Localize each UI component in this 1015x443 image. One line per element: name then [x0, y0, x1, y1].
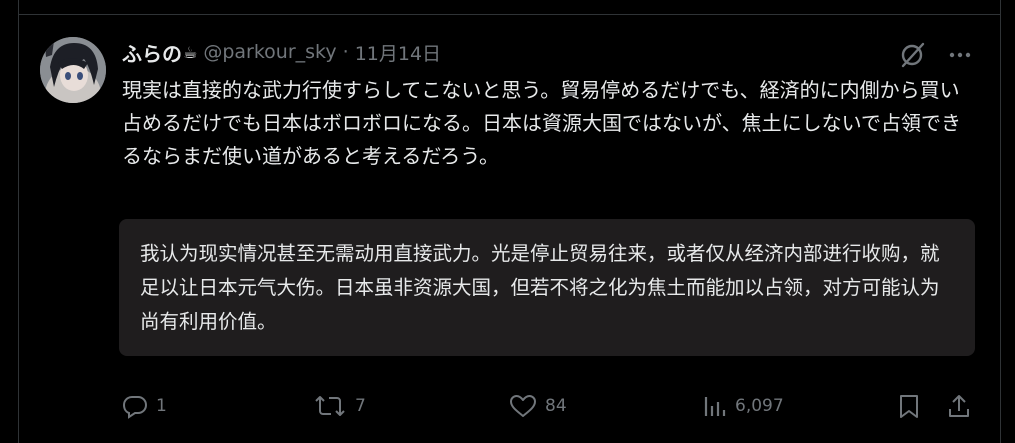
display-name[interactable]: ふらの [122, 38, 182, 67]
tweet-header: ふらの ☕ @parkour_sky · 11月14日 [122, 38, 441, 66]
retweet-count: 7 [355, 396, 366, 416]
share-button[interactable] [946, 388, 972, 424]
grok-icon[interactable] [898, 40, 928, 70]
separator-dot: · [342, 41, 349, 63]
retweet-icon [315, 396, 345, 416]
avatar[interactable] [40, 37, 106, 103]
tweet-actions: 1 7 84 6,097 [0, 388, 1015, 424]
views-button[interactable]: 6,097 [702, 388, 784, 424]
timeline-left-border [18, 0, 19, 443]
tweet-text: 現実は直接的な武力行使すらしてこないと思う。貿易停めるだけでも、経済的に内側から… [122, 78, 961, 168]
translation-text: 我认为现实情况甚至无需动用直接武力。光是停止贸易往来，或者仅从经济内部进行收购，… [140, 242, 940, 333]
heart-icon [510, 395, 536, 417]
reply-button[interactable]: 1 [121, 388, 167, 424]
views-count: 6,097 [735, 396, 784, 416]
translation-box: 我认为现实情况甚至无需动用直接武力。光是停止贸易往来，或者仅从经济内部进行收购，… [119, 219, 975, 356]
timeline-right-border [1000, 0, 1001, 443]
retweet-button[interactable]: 7 [312, 388, 366, 424]
more-icon[interactable] [948, 43, 972, 67]
name-emoji: ☕ [183, 42, 198, 62]
bookmark-icon [900, 395, 918, 418]
tweet-top-divider [18, 14, 1001, 15]
views-icon [704, 397, 726, 416]
bookmark-button[interactable] [897, 388, 921, 424]
tweet-date[interactable]: 11月14日 [355, 39, 441, 66]
user-handle[interactable]: @parkour_sky [203, 41, 336, 63]
reply-count: 1 [156, 396, 167, 416]
like-count: 84 [545, 396, 567, 416]
like-button[interactable]: 84 [508, 388, 567, 424]
avatar-image [40, 37, 106, 103]
header-actions [898, 40, 972, 70]
reply-icon [122, 396, 148, 419]
share-icon [949, 395, 969, 417]
